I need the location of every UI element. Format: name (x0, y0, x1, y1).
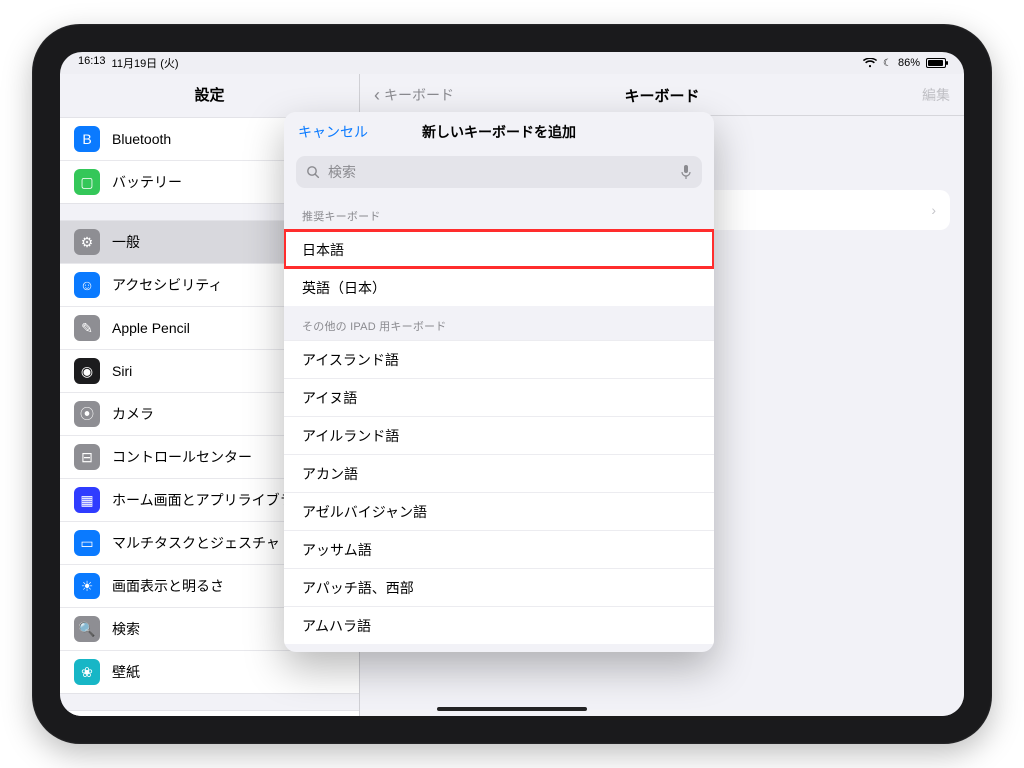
battery-icon (926, 58, 946, 68)
sidebar-item-label: ホーム画面とアプリライブラリ (112, 490, 308, 510)
status-date: 11月19日 (火) (112, 55, 179, 71)
search-field[interactable]: 検索 (296, 156, 702, 188)
sidebar-item-icon: ▦ (74, 487, 100, 513)
sidebar-item-icon: ☀ (74, 573, 100, 599)
keyboard-option[interactable]: アゼルバイジャン語 (284, 492, 714, 530)
sidebar-item-icon: B (74, 126, 100, 152)
status-time: 16:13 (78, 55, 106, 71)
sidebar-item-label: 画面表示と明るさ (112, 576, 224, 596)
dnd-icon: ☾ (883, 58, 892, 69)
chevron-left-icon: ‹ (374, 86, 380, 104)
keyboard-option[interactable]: アカン語 (284, 454, 714, 492)
sidebar-item-icon: 🔍 (74, 616, 100, 642)
sidebar-item-label: アクセシビリティ (112, 275, 222, 295)
keyboard-option[interactable]: 英語（日本） (284, 268, 714, 306)
edit-button[interactable]: 編集 (922, 85, 950, 105)
mic-icon[interactable] (680, 164, 692, 180)
keyboard-option[interactable]: アイヌ語 (284, 378, 714, 416)
sidebar-item-label: 一般 (112, 232, 140, 252)
sidebar-item[interactable]: 🔔通知 (60, 711, 359, 716)
search-icon (306, 165, 320, 179)
sidebar-item-label: 壁紙 (112, 662, 140, 682)
sidebar-item-icon: ▢ (74, 169, 100, 195)
ipad-screen: 16:13 11月19日 (火) ☾ 86% 設定 B Bluetooth ▢ (60, 52, 964, 716)
cancel-button[interactable]: キャンセル (298, 122, 368, 142)
sidebar-item-icon: ☺ (74, 272, 100, 298)
sidebar-item-icon: ⚙ (74, 229, 100, 255)
detail-header: ‹ キーボード 編集 (360, 74, 964, 116)
keyboard-option[interactable]: アパッチ語、西部 (284, 568, 714, 606)
sheet-title: 新しいキーボードを追加 (422, 122, 576, 142)
keyboard-option[interactable]: 日本語 (284, 230, 714, 268)
chevron-right-icon: › (931, 202, 936, 218)
keyboard-option[interactable]: アイスランド語 (284, 340, 714, 378)
back-label: キーボード (384, 85, 454, 105)
sidebar-item-label: カメラ (112, 404, 154, 424)
sidebar-item-label: Bluetooth (112, 131, 171, 147)
sidebar-item-icon: ▭ (74, 530, 100, 556)
add-keyboard-sheet: キャンセル 新しいキーボードを追加 検索 推奨キーボード日本語英語（日本）その他… (284, 112, 714, 652)
sidebar-item-label: Siri (112, 363, 132, 379)
keyboard-option[interactable]: アイルランド語 (284, 416, 714, 454)
sheet-section-label: 推奨キーボード (284, 196, 714, 230)
sheet-header: キャンセル 新しいキーボードを追加 (284, 112, 714, 152)
back-button[interactable]: ‹ キーボード (374, 85, 454, 105)
sidebar-item-label: 検索 (112, 619, 140, 639)
sidebar-item-icon: ✎ (74, 315, 100, 341)
sidebar-item-icon: ⦿ (74, 401, 100, 427)
wifi-icon (863, 58, 877, 68)
ipad-device-frame: 16:13 11月19日 (火) ☾ 86% 設定 B Bluetooth ▢ (32, 24, 992, 744)
search-placeholder: 検索 (328, 162, 356, 182)
keyboard-option[interactable]: アムハラ語 (284, 606, 714, 644)
battery-percent: 86% (898, 57, 920, 69)
sidebar-item-label: コントロールセンター (112, 447, 252, 467)
sidebar-item-icon: ◉ (74, 358, 100, 384)
status-bar: 16:13 11月19日 (火) ☾ 86% (60, 52, 964, 74)
sidebar-item-label: マルチタスクとジェスチャ (112, 533, 280, 553)
sidebar-item-label: バッテリー (112, 172, 182, 192)
sidebar-item[interactable]: ❀ 壁紙 (60, 650, 359, 693)
sheet-section-label: その他の IPAD 用キーボード (284, 306, 714, 340)
sidebar-item-label: Apple Pencil (112, 320, 190, 336)
sidebar-item-icon: ❀ (74, 659, 100, 685)
keyboard-option[interactable]: アッサム語 (284, 530, 714, 568)
sidebar-title: 設定 (60, 74, 359, 117)
sidebar-item-icon: ⊟ (74, 444, 100, 470)
home-indicator[interactable] (437, 707, 587, 711)
